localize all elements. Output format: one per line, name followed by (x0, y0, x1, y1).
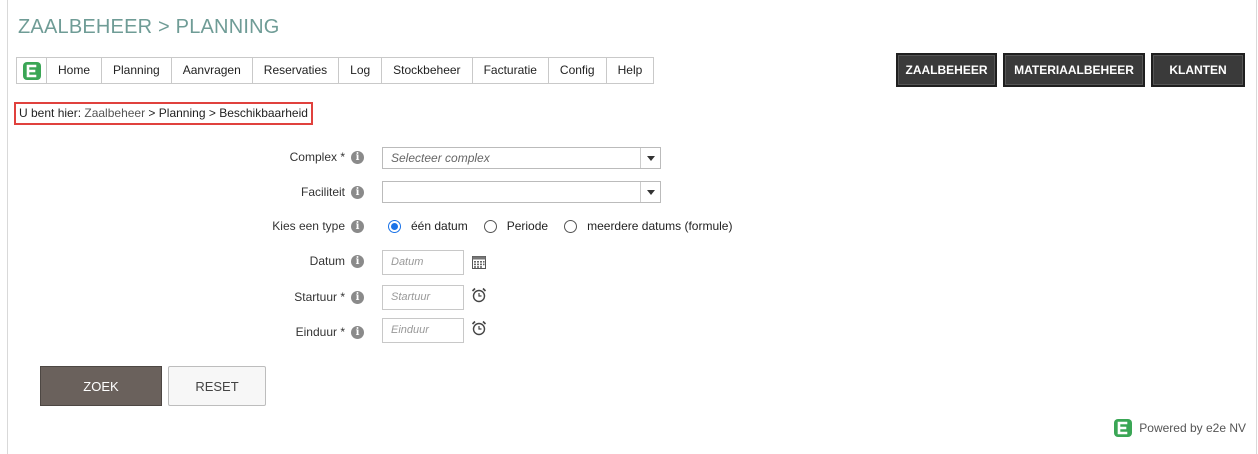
einduur-label: Einduur * (295, 325, 345, 339)
radio-label-een-datum: één datum (411, 219, 468, 233)
klanten-button[interactable]: KLANTEN (1151, 53, 1245, 87)
alarm-clock-icon[interactable] (471, 287, 487, 303)
faciliteit-label-row: Faciliteit i (301, 185, 364, 199)
datum-label: Datum (309, 254, 345, 268)
einduur-label-row: Einduur * i (296, 325, 364, 339)
info-icon[interactable]: i (351, 150, 364, 164)
radio-label-meerdere-datums: meerdere datums (formule) (587, 219, 733, 233)
menu-item-planning[interactable]: Planning (102, 58, 172, 83)
datum-label-row: Datum i (310, 254, 364, 268)
e2e-logo-icon[interactable] (17, 58, 47, 83)
faciliteit-label: Faciliteit (300, 185, 345, 199)
main-menu: Home Planning Aanvragen Reservaties Log … (16, 57, 655, 84)
complex-select-placeholder: Selecteer complex (391, 151, 490, 165)
menu-item-config[interactable]: Config (549, 58, 607, 83)
search-button[interactable]: ZOEK (40, 366, 162, 406)
chevron-down-icon[interactable] (640, 182, 660, 202)
type-radio-group: één datum Periode meerdere datums (formu… (388, 219, 732, 233)
chevron-down-icon[interactable] (640, 148, 660, 168)
calendar-icon[interactable] (471, 254, 487, 270)
startuur-label: Startuur * (294, 290, 345, 304)
menu-item-log[interactable]: Log (339, 58, 383, 83)
faciliteit-select[interactable] (382, 181, 661, 203)
powered-by-text: Powered by e2e NV (1139, 421, 1246, 435)
radio-meerdere-datums[interactable] (564, 219, 578, 233)
powered-by: Powered by e2e NV (1113, 418, 1246, 438)
page-title: ZAALBEHEER > PLANNING (18, 16, 280, 38)
datum-input[interactable]: Datum (382, 250, 464, 275)
startuur-input[interactable]: Startuur (382, 285, 464, 310)
type-label-row: Kies een type i (272, 219, 364, 233)
info-icon[interactable]: i (351, 290, 364, 304)
complex-label: Complex * (289, 150, 345, 164)
menu-item-reservaties[interactable]: Reservaties (253, 58, 340, 83)
radio-label-periode: Periode (506, 219, 549, 233)
zaalbeheer-button[interactable]: ZAALBEHEER (896, 53, 997, 87)
menu-item-help[interactable]: Help (607, 58, 654, 83)
info-icon[interactable]: i (351, 219, 364, 233)
menu-item-home[interactable]: Home (47, 58, 103, 83)
radio-een-datum[interactable] (388, 219, 401, 233)
radio-periode[interactable] (483, 219, 497, 233)
info-icon[interactable]: i (351, 325, 364, 339)
breadcrumb-current: Beschikbaarheid (219, 106, 308, 120)
info-icon[interactable]: i (351, 185, 364, 199)
e2e-logo-icon (1114, 419, 1133, 437)
breadcrumb: U bent hier: Zaalbeheer > Planning > Bes… (14, 102, 313, 125)
materiaalbeheer-button[interactable]: MATERIAALBEHEER (1003, 53, 1145, 87)
breadcrumb-separator: > (145, 106, 159, 120)
breadcrumb-link-zaalbeheer[interactable]: Zaalbeheer (84, 106, 145, 120)
menu-item-aanvragen[interactable]: Aanvragen (172, 58, 253, 83)
breadcrumb-prefix: U bent hier: (19, 106, 85, 120)
menu-item-stockbeheer[interactable]: Stockbeheer (382, 58, 473, 83)
menu-item-facturatie[interactable]: Facturatie (473, 58, 549, 83)
complex-label-row: Complex * i (290, 150, 364, 164)
info-icon[interactable]: i (351, 254, 364, 268)
complex-select[interactable]: Selecteer complex (382, 147, 661, 169)
type-label: Kies een type (272, 219, 345, 233)
breadcrumb-link-planning[interactable]: Planning (159, 106, 206, 120)
einduur-input[interactable]: Einduur (382, 318, 464, 343)
alarm-clock-icon[interactable] (471, 320, 487, 336)
reset-button[interactable]: RESET (168, 366, 266, 406)
breadcrumb-separator: > (205, 106, 220, 120)
startuur-label-row: Startuur * i (294, 290, 364, 304)
